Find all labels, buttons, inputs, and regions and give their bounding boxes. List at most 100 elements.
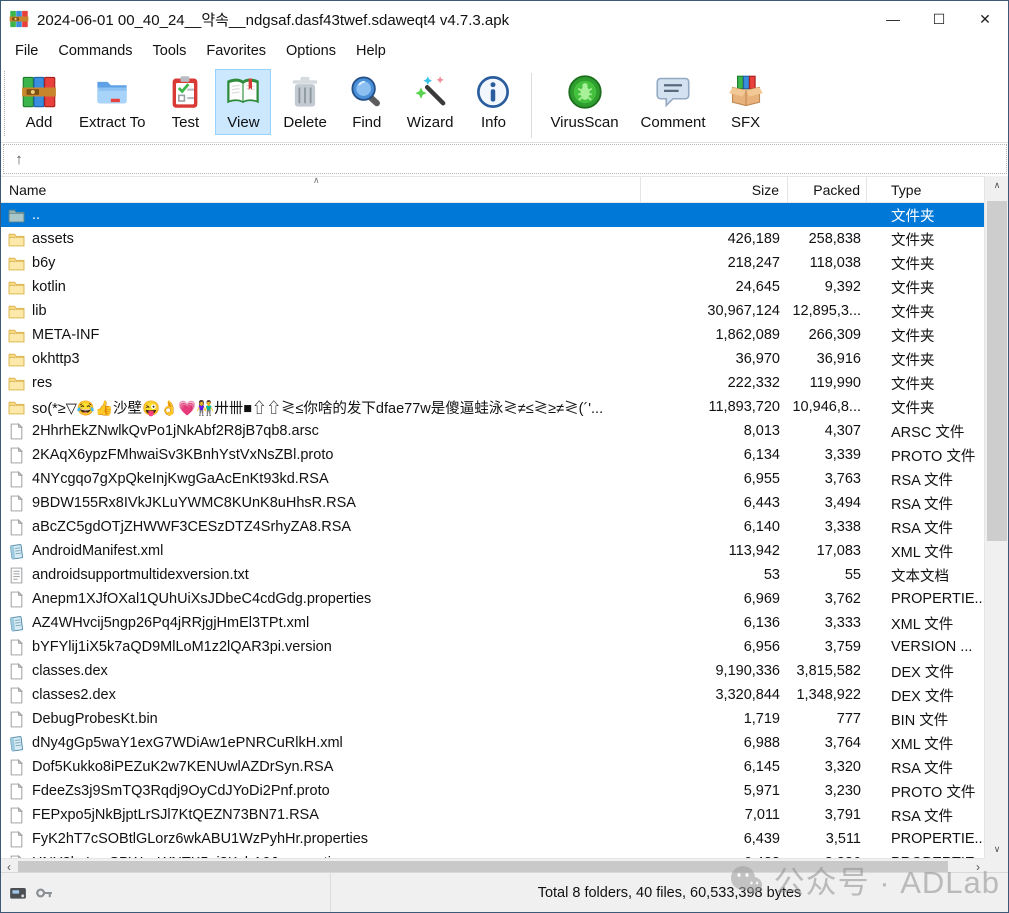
file-packed-cell: 3,762 [788, 591, 867, 607]
table-row[interactable]: FEPxpo5jNkBjptLrSJl7KtQEZN73BN71.RSA7,01… [1, 803, 986, 827]
file-size-cell: 6,969 [641, 591, 788, 607]
file-type-cell: ARSC 文件 [867, 421, 986, 442]
column-header-packed[interactable]: Packed [788, 177, 867, 202]
table-row[interactable]: androidsupportmultidexversion.txt5355文本文… [1, 563, 986, 587]
table-row[interactable]: ..文件夹 [1, 203, 986, 227]
file-type-cell: XML 文件 [867, 613, 986, 634]
table-row[interactable]: DebugProbesKt.bin1,719777BIN 文件 [1, 707, 986, 731]
file-type-cell: DEX 文件 [867, 685, 986, 706]
table-row[interactable]: kotlin24,6459,392文件夹 [1, 275, 986, 299]
sfx-button[interactable]: SFX [718, 69, 774, 135]
key-icon[interactable] [35, 884, 53, 902]
file-packed-cell: 10,946,8... [788, 399, 867, 415]
file-type-cell: BIN 文件 [867, 709, 986, 730]
file-name: so(*≥▽😂👍沙壁😜👌💗👫卅卌■⇧⇧≷≤你啥的发下dfae77w是傻逼蛙泳≷≠… [32, 397, 603, 418]
table-row[interactable]: assets426,189258,838文件夹 [1, 227, 986, 251]
file-packed-cell: 3,494 [788, 495, 867, 511]
table-row[interactable]: 4NYcgqo7gXpQkeInjKwgGaAcEnKt93kd.RSA6,95… [1, 467, 986, 491]
table-row[interactable]: 9BDW155Rx8IVkJKLuYWMC8KUnK8uHhsR.RSA6,44… [1, 491, 986, 515]
file-icon [8, 711, 25, 728]
table-row[interactable]: aBcZC5gdOTjZHWWF3CESzDTZ4SrhyZA8.RSA 6,14… [1, 515, 986, 539]
table-row[interactable]: bYFYlij1iX5k7aQD9MlLoM1z2lQAR3pi.version… [1, 635, 986, 659]
file-type-cell: PROTO 文件 [867, 781, 986, 802]
file-name: classes2.dex [32, 687, 116, 703]
menu-item-file[interactable]: File [5, 39, 48, 63]
file-type-cell: 文件夹 [867, 253, 986, 274]
address-bar: ↑ [3, 144, 1007, 174]
file-name-cell: b6y [1, 255, 641, 272]
toolbar-button-label: Test [172, 114, 200, 131]
delete-button[interactable]: Delete [273, 69, 336, 135]
file-size-cell: 11,893,720 [641, 399, 788, 415]
menu-item-options[interactable]: Options [276, 39, 346, 63]
wizard-button[interactable]: Wizard [397, 69, 464, 135]
add-icon [21, 74, 57, 110]
close-button[interactable]: ✕ [962, 1, 1008, 37]
table-row[interactable]: classes2.dex 3,320,8441,348,922DEX 文件 [1, 683, 986, 707]
column-header-size[interactable]: Size [641, 177, 788, 202]
scroll-down-icon[interactable]: ∨ [985, 840, 1009, 858]
file-type-cell: 文件夹 [867, 205, 986, 226]
extract-to-button[interactable]: Extract To [69, 69, 155, 135]
file-packed-cell: 3,320 [788, 759, 867, 775]
file-size-cell: 3,320,844 [641, 687, 788, 703]
disk-icon[interactable] [9, 884, 27, 902]
add-button[interactable]: Add [11, 69, 67, 135]
vertical-scroll-thumb[interactable] [987, 201, 1007, 541]
file-packed-cell: 1,348,922 [788, 687, 867, 703]
file-name: b6y [32, 255, 55, 271]
table-row[interactable]: FdeeZs3j9SmTQ3Rqdj9OyCdJYoDi2Pnf.proto5,… [1, 779, 986, 803]
file-name-cell: lib [1, 303, 641, 320]
scroll-up-icon[interactable]: ∧ [985, 176, 1009, 194]
test-button[interactable]: Test [157, 69, 213, 135]
table-row[interactable]: so(*≥▽😂👍沙壁😜👌💗👫卅卌■⇧⇧≷≤你啥的发下dfae77w是傻逼蛙泳≷≠… [1, 395, 986, 419]
file-name: AndroidManifest.xml [32, 543, 163, 559]
txt-icon [8, 567, 25, 584]
file-name-cell: classes.dex [1, 663, 641, 680]
up-one-level-button[interactable]: ↑ [4, 146, 34, 172]
menu-bar: FileCommandsToolsFavoritesOptionsHelp [1, 37, 1008, 65]
file-size-cell: 6,140 [641, 519, 788, 535]
folder-icon [8, 303, 25, 320]
menu-item-favorites[interactable]: Favorites [196, 39, 276, 63]
column-header-type[interactable]: Type [867, 177, 986, 202]
file-name-cell: bYFYlij1iX5k7aQD9MlLoM1z2lQAR3pi.version [1, 639, 641, 656]
table-row[interactable]: classes.dex9,190,3363,815,582DEX 文件 [1, 659, 986, 683]
file-icon [8, 759, 25, 776]
column-header-name[interactable]: Name [1, 177, 641, 202]
maximize-button[interactable]: ☐ [916, 1, 962, 37]
menu-item-commands[interactable]: Commands [48, 39, 142, 63]
table-row[interactable]: Dof5Kukko8iPEZuK2w7KENUwlAZDrSyn.RSA6,14… [1, 755, 986, 779]
delete-icon [287, 74, 323, 110]
menu-item-help[interactable]: Help [346, 39, 396, 63]
minimize-button[interactable]: — [870, 1, 916, 37]
comment-button[interactable]: Comment [631, 69, 716, 135]
table-row[interactable]: okhttp336,97036,916文件夹 [1, 347, 986, 371]
file-type-cell: RSA 文件 [867, 757, 986, 778]
file-name: aBcZC5gdOTjZHWWF3CESzDTZ4SrhyZA8.RSA [32, 519, 351, 535]
table-row[interactable]: AndroidManifest.xml113,94217,083XML 文件 [1, 539, 986, 563]
table-row[interactable]: FyK2hT7cSOBtlGLorz6wkABU1WzPyhHr.propert… [1, 827, 986, 851]
table-row[interactable]: b6y218,247118,038文件夹 [1, 251, 986, 275]
file-size-cell: 426,189 [641, 231, 788, 247]
table-row[interactable]: res222,332119,990文件夹 [1, 371, 986, 395]
table-row[interactable]: Anepm1XJfOXal1QUhUiXsJDbeC4cdGdg.propert… [1, 587, 986, 611]
file-packed-cell: 3,511 [788, 831, 867, 847]
table-row[interactable]: dNy4gGp5waY1exG7WDiAw1ePNRCuRlkH.xml6,98… [1, 731, 986, 755]
table-row[interactable]: AZ4WHvcij5ngp26Pq4jRRjgjHmEl3TPt.xml6,13… [1, 611, 986, 635]
file-name-cell: so(*≥▽😂👍沙壁😜👌💗👫卅卌■⇧⇧≷≤你啥的发下dfae77w是傻逼蛙泳≷≠… [1, 397, 641, 418]
table-row[interactable]: META-INF1,862,089266,309文件夹 [1, 323, 986, 347]
info-button[interactable]: Info [465, 69, 521, 135]
find-button[interactable]: Find [339, 69, 395, 135]
table-row[interactable]: HNY8hvLucSPWvuWNTK5ui8KvhA9J.properties6… [1, 851, 986, 858]
file-name-cell: okhttp3 [1, 351, 641, 368]
virusscan-button[interactable]: VirusScan [540, 69, 628, 135]
table-row[interactable]: lib30,967,12412,895,3...文件夹 [1, 299, 986, 323]
menu-item-tools[interactable]: Tools [143, 39, 197, 63]
view-button[interactable]: View [215, 69, 271, 135]
file-type-cell: 文件夹 [867, 397, 986, 418]
table-row[interactable]: 2KAqX6ypzFMhwaiSv3KBnhYstVxNsZBl.proto6,… [1, 443, 986, 467]
table-row[interactable]: 2HhrhEkZNwlkQvPo1jNkAbf2R8jB7qb8.arsc8,0… [1, 419, 986, 443]
file-name: AZ4WHvcij5ngp26Pq4jRRjgjHmEl3TPt.xml [32, 615, 309, 631]
vertical-scrollbar[interactable]: ∧ ∨ [984, 176, 1008, 858]
